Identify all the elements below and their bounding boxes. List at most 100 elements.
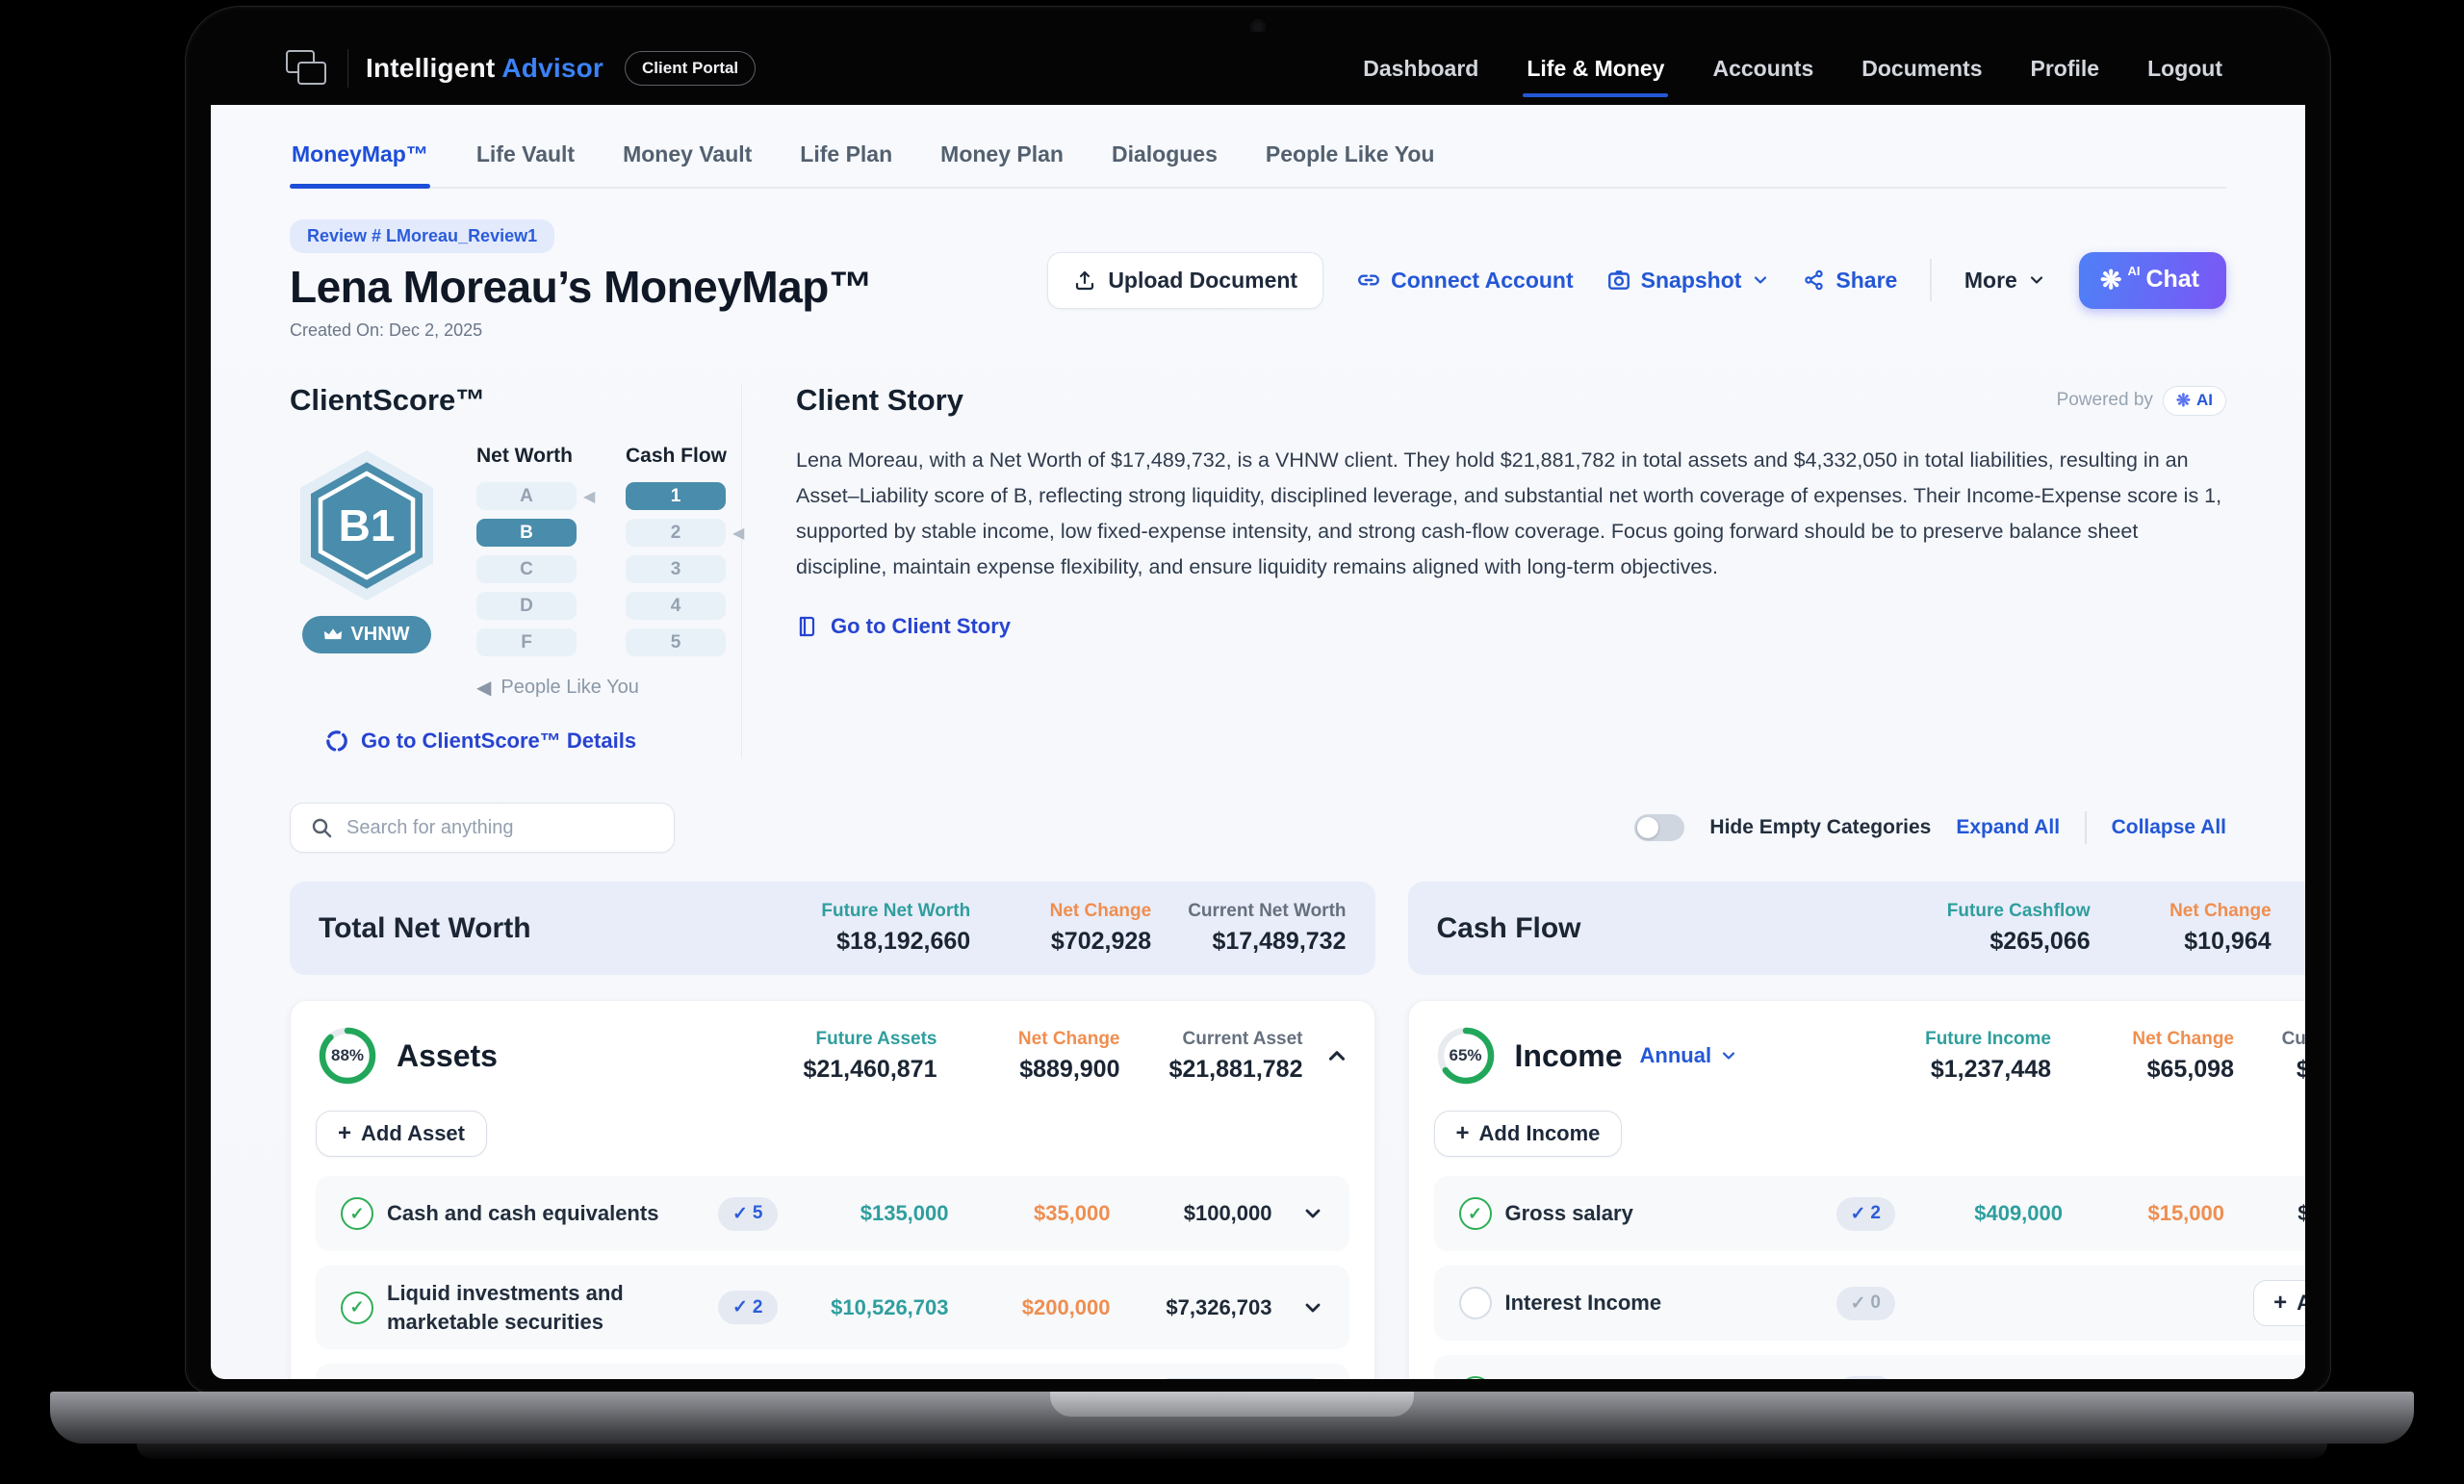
add-income-button[interactable]: + Add Income — [1434, 1111, 1623, 1157]
brand-primary: Intelligent — [366, 53, 495, 83]
asset-row[interactable]: ✓ Cash value of life insurance ✓ 0 — [316, 1364, 1349, 1379]
current-value: $7,326,703 — [1118, 1295, 1272, 1320]
add-asset-inline-button[interactable]: + Add Asset — [1157, 1378, 1324, 1379]
tab[interactable]: Dialogues — [1110, 130, 1219, 187]
refresh-circle-icon — [324, 729, 349, 754]
check-icon: ✓ — [732, 1203, 748, 1225]
grade-pill: C — [476, 555, 577, 583]
income-card-title: Income — [1515, 1038, 1623, 1074]
ai-chat-button[interactable]: ❋ AI Chat — [2079, 252, 2226, 309]
peer-marker-icon: ◀ — [476, 676, 491, 700]
linked-count-badge: ✓ 2 — [718, 1291, 778, 1324]
income-card-stats: Future Income $1,237,448 Net Change $65,… — [1897, 1029, 2305, 1084]
share-button[interactable]: Share — [1803, 268, 1897, 294]
app-body: MoneyMap™ Life Vault Money Vault Life Pl… — [211, 105, 2305, 1379]
client-story-body: Lena Moreau, with a Net Worth of $17,489… — [796, 443, 2226, 585]
camera-icon — [1606, 268, 1631, 293]
expand-all-link[interactable]: Expand All — [1956, 816, 2060, 839]
go-to-client-story-link[interactable]: Go to Client Story — [796, 614, 1011, 639]
tab[interactable]: People Like You — [1264, 130, 1437, 187]
top-nav-item[interactable]: Life & Money — [1525, 46, 1666, 91]
tab[interactable]: Money Vault — [621, 130, 754, 187]
grade-column-title: Net Worth — [476, 445, 601, 468]
top-nav-item[interactable]: Documents — [1860, 46, 1984, 91]
upload-document-button[interactable]: Upload Document — [1047, 252, 1323, 309]
grade-pill: 5 — [626, 628, 726, 656]
link-icon — [1356, 268, 1381, 293]
search-box[interactable] — [290, 803, 675, 853]
top-nav-item[interactable]: Profile — [2029, 46, 2102, 91]
top-nav-item[interactable]: Logout — [2145, 46, 2224, 91]
top-nav-item[interactable]: Accounts — [1710, 46, 1815, 91]
income-row[interactable]: ✓ Interest Income ✓ 0 — [1434, 1266, 2306, 1341]
grade-pill: D — [476, 592, 577, 620]
search-input[interactable] — [346, 817, 654, 839]
hide-empty-toggle[interactable] — [1634, 814, 1684, 841]
client-score-panel: ClientScore™ B1 — [290, 383, 742, 758]
client-story-panel: Client Story Powered by ❋ AI Lena Moreau… — [742, 383, 2226, 758]
stat-label: Net Change — [2132, 1029, 2234, 1050]
income-row-main: ✓ Dividend income ✓ 4 $79,000 — [1459, 1369, 2306, 1379]
share-icon — [1803, 269, 1826, 292]
grade-row: B ◀ — [476, 519, 601, 547]
income-card-header: 65% Income Annual — [1434, 1024, 2306, 1087]
add-income-inline-button[interactable]: + Add Income — [2253, 1280, 2305, 1326]
summary-stats: Future Cashflow $265,066 Net Change $10,… — [1946, 901, 2305, 956]
stat: Net Change $10,964 — [2127, 901, 2272, 956]
count-value: 0 — [1870, 1292, 1881, 1314]
tab[interactable]: Money Plan — [938, 130, 1065, 187]
stat: Future Income $1,237,448 — [1897, 1029, 2051, 1084]
grade-row: 1 ◀ — [626, 482, 750, 510]
add-asset-label: Add Asset — [361, 1121, 465, 1146]
score-hexagon-badge: B1 — [290, 445, 444, 606]
check-icon: ✓ — [1851, 1203, 1866, 1225]
laptop-screen: Intelligent Advisor Client Portal Dashbo… — [211, 32, 2305, 1379]
top-nav: Dashboard Life & Money Accounts Document… — [1361, 46, 2224, 91]
brand-logo-group: Intelligent Advisor Client Portal — [286, 49, 756, 88]
grade-columns: Net Worth A ◀ B — [476, 445, 750, 656]
asset-row[interactable]: ✓ Liquid investments and marketable secu… — [316, 1266, 1349, 1349]
stat: Current Net Worth $17,489,732 — [1188, 901, 1346, 956]
ai-flower-icon: ❋ — [2100, 268, 2122, 294]
toggle-knob — [1637, 817, 1658, 838]
score-grade-text: B1 — [339, 500, 396, 550]
tier-badge: VHNW — [302, 616, 430, 653]
stat-value: $18,192,660 — [836, 928, 970, 956]
stat-value: $702,928 — [1051, 928, 1151, 956]
asset-row-label: Cash and cash equivalents — [387, 1199, 705, 1228]
collapse-all-link[interactable]: Collapse All — [2112, 816, 2226, 839]
tab[interactable]: MoneyMap™ — [290, 130, 430, 187]
grade-pill: F — [476, 628, 577, 656]
income-row-label: Dividend income — [1505, 1378, 1823, 1379]
grade-row: 2 ◀ — [626, 519, 750, 547]
row-expand-chevron[interactable] — [1286, 1296, 1324, 1319]
upload-document-label: Upload Document — [1108, 268, 1297, 294]
assets-card-stats: Future Assets $21,460,871 Net Change $88… — [783, 1029, 1303, 1084]
income-row[interactable]: ✓ Gross salary ✓ 2 $409,000 — [1434, 1176, 2306, 1251]
stat-label: Net Change — [1018, 1029, 1120, 1050]
connect-account-button[interactable]: Connect Account — [1356, 268, 1574, 294]
status-check-icon: ✓ — [341, 1292, 373, 1324]
summary-title: Cash Flow — [1437, 912, 1581, 945]
stat-value: $265,066 — [1989, 928, 2090, 956]
grade-column-title: Cash Flow — [626, 445, 750, 468]
more-button[interactable]: More — [1964, 268, 2046, 294]
score-grid: B1 VHNW Net Worth — [290, 445, 691, 656]
chevron-down-icon — [1751, 270, 1770, 290]
top-nav-item[interactable]: Dashboard — [1361, 46, 1480, 91]
client-score-details-link[interactable]: Go to ClientScore™ Details — [324, 729, 636, 754]
income-row[interactable]: ✓ Dividend income ✓ 4 $79,000 — [1434, 1355, 2306, 1379]
asset-row[interactable]: ✓ Cash and cash equivalents ✓ 5 $135, — [316, 1176, 1349, 1251]
add-asset-button[interactable]: + Add Asset — [316, 1111, 487, 1157]
asset-row-label: Liquid investments and marketable securi… — [387, 1279, 705, 1336]
tab[interactable]: Life Vault — [475, 130, 577, 187]
income-period-dropdown[interactable]: Annual — [1640, 1043, 1739, 1068]
snapshot-button[interactable]: Snapshot — [1606, 268, 1771, 294]
chevron-down-icon — [1301, 1296, 1324, 1319]
book-icon — [796, 615, 819, 638]
tab[interactable]: Life Plan — [798, 130, 894, 187]
row-expand-chevron[interactable] — [1286, 1202, 1324, 1225]
assets-collapse-chevron[interactable] — [1324, 1043, 1349, 1068]
assets-card-header: 88% Assets Future Assets $21,460,871 — [316, 1024, 1349, 1087]
assets-progress-ring: 88% — [316, 1024, 379, 1087]
